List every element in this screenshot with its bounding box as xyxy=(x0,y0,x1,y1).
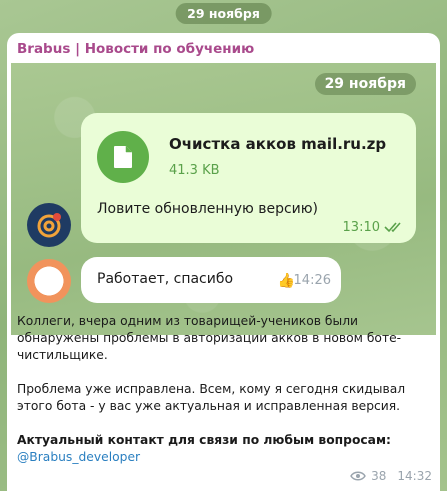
reply-message: Работает, спасибо 👍 14:26 xyxy=(81,257,341,303)
post-meta: 38 14:32 xyxy=(350,469,432,483)
contact-title: Актуальный контакт для связи по любым во… xyxy=(17,433,391,447)
contact-link[interactable]: @Brabus_developer xyxy=(17,449,432,466)
views-count: 38 xyxy=(371,469,387,483)
date-separator: 29 ноября xyxy=(175,3,272,24)
file-caption: Ловите обновленную версию) xyxy=(97,201,319,217)
post-paragraph: Проблема уже исправлена. Всем, кому я се… xyxy=(17,382,406,413)
file-time: 13:10 xyxy=(342,220,380,235)
eye-icon xyxy=(350,471,366,481)
file-name: Очистка акков mail.ru.zp xyxy=(169,135,387,153)
file-icon xyxy=(97,131,149,183)
double-check-icon xyxy=(384,222,401,233)
post-paragraph: Коллеги, вчера одним из товарищей-ученик… xyxy=(17,314,402,362)
post-time: 14:32 xyxy=(397,469,432,483)
channel-name[interactable]: Brabus | Новости по обучению xyxy=(7,33,440,63)
sender-avatar xyxy=(27,203,71,247)
file-message: Очистка акков mail.ru.zp 41.3 KB Ловите … xyxy=(81,113,416,243)
reply-time: 14:26 xyxy=(293,273,331,288)
post-image[interactable]: 29 ноября Очистка акков mail.ru.zp 41.3 … xyxy=(11,63,436,335)
channel-post[interactable]: Brabus | Новости по обучению 29 ноября О… xyxy=(7,33,440,491)
file-size: 41.3 KB xyxy=(169,163,220,178)
post-text: Коллеги, вчера одним из товарищей-ученик… xyxy=(17,313,432,466)
thumbs-up-icon: 👍 xyxy=(277,273,295,289)
reply-text: Работает, спасибо xyxy=(97,271,234,287)
image-date-separator: 29 ноября xyxy=(314,73,416,95)
replier-avatar xyxy=(27,259,71,303)
